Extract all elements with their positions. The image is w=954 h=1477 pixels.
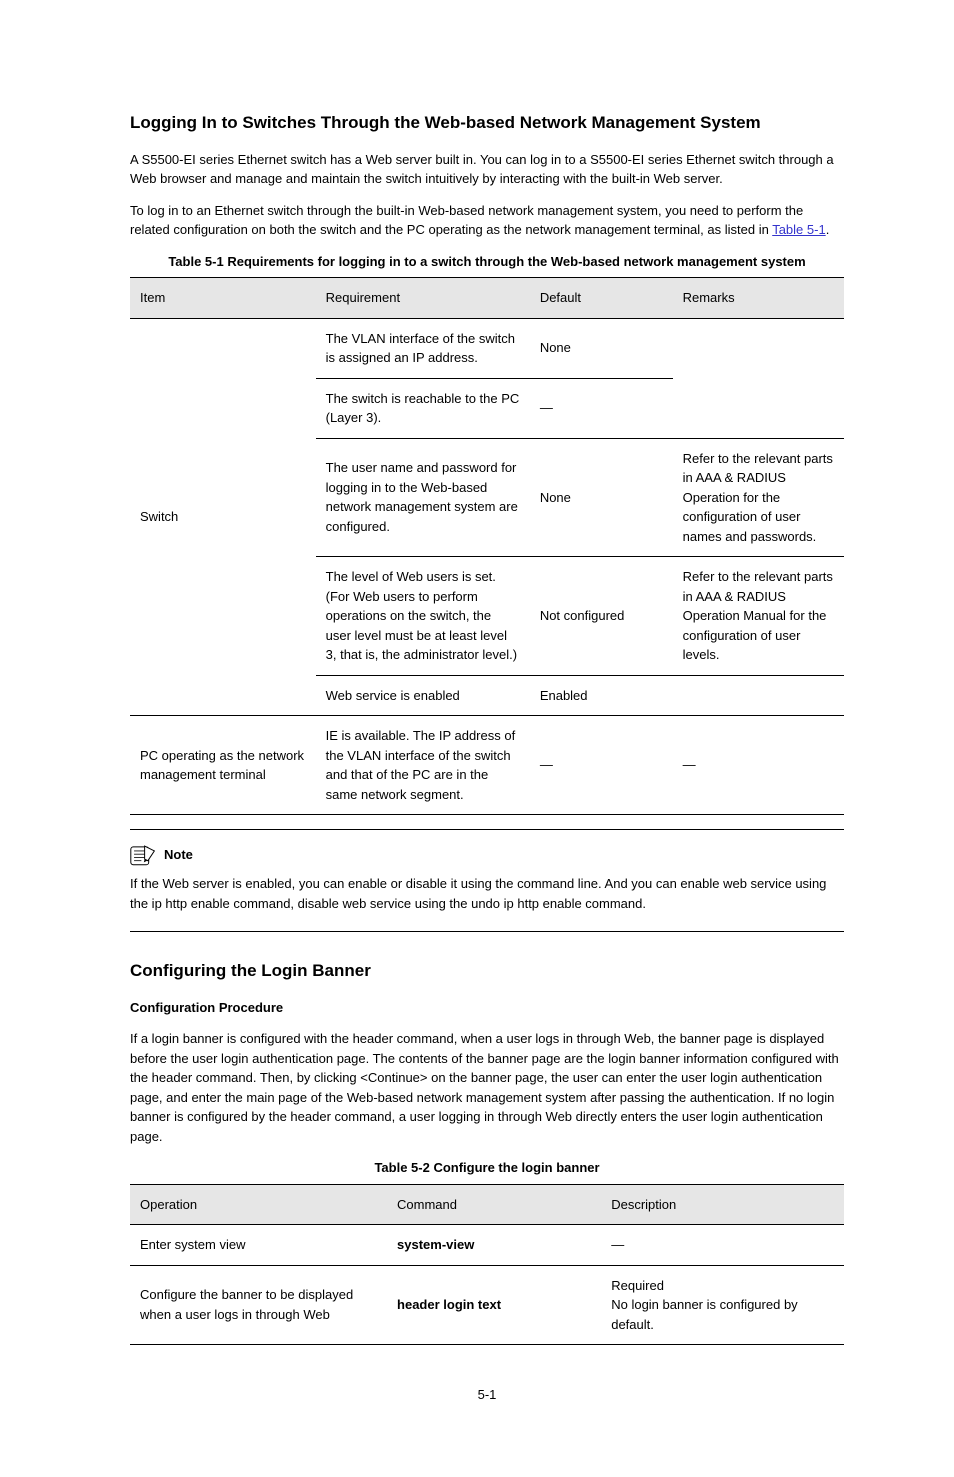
requirements-table: Item Requirement Default Remarks Switch … xyxy=(130,277,844,815)
cell-req: Web service is enabled xyxy=(316,675,530,716)
cell-def: — xyxy=(530,716,673,815)
table-header-row: Operation Command Description xyxy=(130,1184,844,1225)
col-operation: Operation xyxy=(130,1184,387,1225)
cell-item: Switch xyxy=(130,318,316,716)
cell-def: — xyxy=(530,378,673,438)
cell-req: The level of Web users is set. (For Web … xyxy=(316,557,530,676)
cell-cmd: header login text xyxy=(387,1265,601,1345)
cell-req: The user name and password for logging i… xyxy=(316,438,530,557)
note-label: Note xyxy=(164,845,193,865)
table1-caption: Table 5-1 Requirements for logging in to… xyxy=(130,252,844,272)
col-command: Command xyxy=(387,1184,601,1225)
cell-def: None xyxy=(530,318,673,378)
table-row: Switch The VLAN interface of the switch … xyxy=(130,318,844,378)
cell-req: IE is available. The IP address of the V… xyxy=(316,716,530,815)
col-default: Default xyxy=(530,278,673,319)
note-box: Note If the Web server is enabled, you c… xyxy=(130,829,844,932)
cell-item: PC operating as the network management t… xyxy=(130,716,316,815)
table-row: PC operating as the network management t… xyxy=(130,716,844,815)
cell-rem xyxy=(673,318,844,438)
note-text: If the Web server is enabled, you can en… xyxy=(130,874,844,913)
table2-caption: Table 5-2 Configure the login banner xyxy=(130,1158,844,1178)
cell-op: Configure the banner to be displayed whe… xyxy=(130,1265,387,1345)
col-item: Item xyxy=(130,278,316,319)
section2-paragraph: If a login banner is configured with the… xyxy=(130,1029,844,1146)
cell-def: None xyxy=(530,438,673,557)
cell-rem xyxy=(673,675,844,716)
table-link[interactable]: Table 5-1 xyxy=(772,222,825,237)
intro-text-after-link: . xyxy=(826,222,830,237)
cell-rem: — xyxy=(673,716,844,815)
cell-def: Not configured xyxy=(530,557,673,676)
col-requirement: Requirement xyxy=(316,278,530,319)
intro-paragraph-2: To log in to an Ethernet switch through … xyxy=(130,201,844,240)
cell-def: Enabled xyxy=(530,675,673,716)
col-description: Description xyxy=(601,1184,844,1225)
cell-rem: Refer to the relevant parts in AAA & RAD… xyxy=(673,557,844,676)
cell-rem: Refer to the relevant parts in AAA & RAD… xyxy=(673,438,844,557)
table-row: Enter system view system-view — xyxy=(130,1225,844,1266)
section2-heading: Configuring the Login Banner xyxy=(130,958,844,984)
intro-text-before-link: To log in to an Ethernet switch through … xyxy=(130,203,803,238)
note-icon xyxy=(130,844,156,866)
cell-req: The VLAN interface of the switch is assi… xyxy=(316,318,530,378)
col-remarks: Remarks xyxy=(673,278,844,319)
page-number: 5-1 xyxy=(130,1385,844,1405)
subsection-heading: Configuration Procedure xyxy=(130,998,844,1018)
section-heading: Logging In to Switches Through the Web-b… xyxy=(130,110,844,136)
login-banner-table: Operation Command Description Enter syst… xyxy=(130,1184,844,1346)
cell-desc: Required No login banner is configured b… xyxy=(601,1265,844,1345)
intro-paragraph-1: A S5500-EI series Ethernet switch has a … xyxy=(130,150,844,189)
cell-req: The switch is reachable to the PC (Layer… xyxy=(316,378,530,438)
cell-op: Enter system view xyxy=(130,1225,387,1266)
cell-desc: — xyxy=(601,1225,844,1266)
cell-cmd: system-view xyxy=(387,1225,601,1266)
table-header-row: Item Requirement Default Remarks xyxy=(130,278,844,319)
table-row: Configure the banner to be displayed whe… xyxy=(130,1265,844,1345)
